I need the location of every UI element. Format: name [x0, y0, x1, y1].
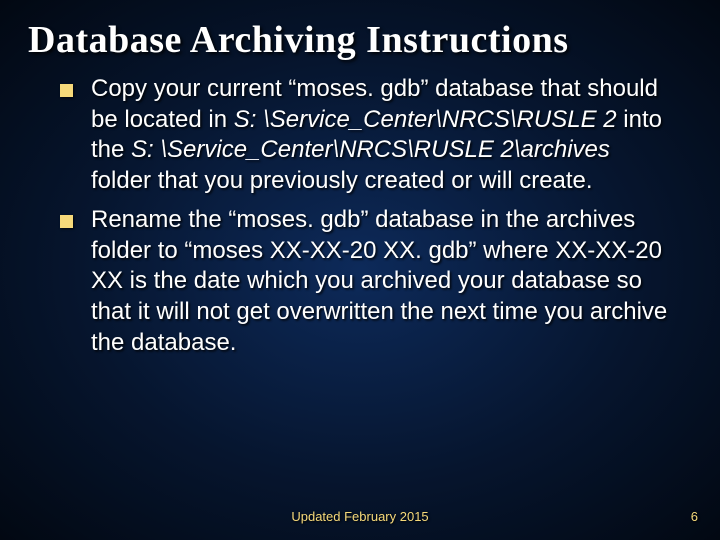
text-segment: folder that you previously created or wi… [91, 167, 593, 194]
bullet-text: Copy your current “moses. gdb” database … [91, 74, 670, 197]
bullet-text: Rename the “moses. gdb” database in the … [91, 205, 670, 359]
slide: Database Archiving Instructions Copy you… [0, 0, 720, 540]
text-segment: Rename the “moses. gdb” database in the … [91, 206, 667, 356]
italic-path: S: \Service_Center\NRCS\RUSLE 2\archives [131, 136, 610, 163]
slide-title: Database Archiving Instructions [0, 0, 720, 70]
bullet-item: Rename the “moses. gdb” database in the … [60, 205, 670, 359]
slide-content: Copy your current “moses. gdb” database … [0, 70, 720, 358]
bullet-item: Copy your current “moses. gdb” database … [60, 74, 670, 197]
square-bullet-icon [60, 215, 73, 228]
footer-page-number: 6 [691, 509, 698, 524]
footer-updated: Updated February 2015 [0, 509, 720, 524]
square-bullet-icon [60, 84, 73, 97]
italic-path: S: \Service_Center\NRCS\RUSLE 2 [234, 106, 617, 133]
